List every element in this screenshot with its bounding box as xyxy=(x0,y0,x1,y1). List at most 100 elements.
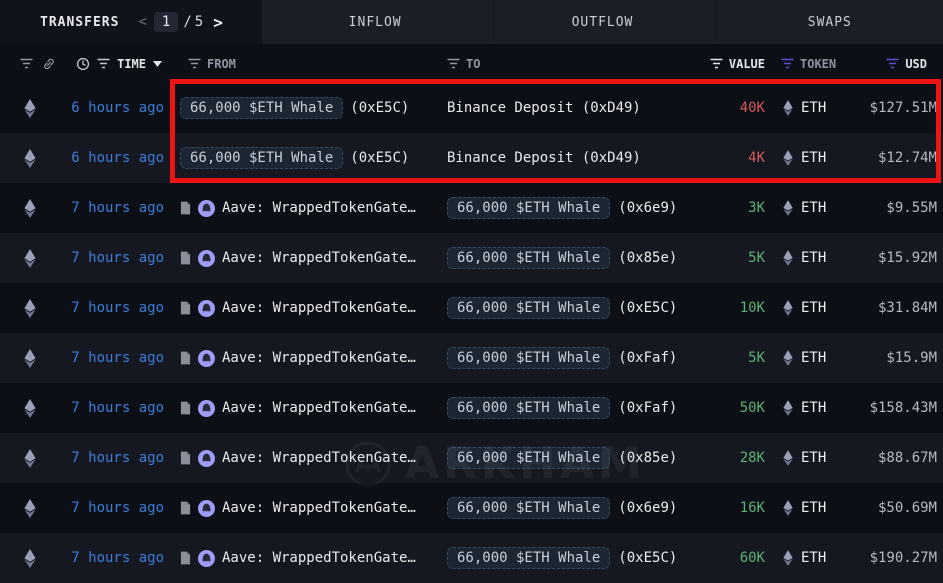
usd-value: $9.55M xyxy=(840,200,943,216)
from-entity-link[interactable]: Aave: WrappedTokenGate… xyxy=(222,300,416,316)
eth-token-icon xyxy=(783,200,793,216)
contract-doc-icon xyxy=(180,301,191,315)
usd-filter-icon[interactable] xyxy=(886,58,899,69)
from-entity-link[interactable]: Aave: WrappedTokenGate… xyxy=(222,350,416,366)
to-address: (0xFaf) xyxy=(618,350,677,366)
token-symbol[interactable]: ETH xyxy=(801,550,826,566)
usd-value: $15.92M xyxy=(840,250,943,266)
table-row[interactable]: 6 hours ago66,000 $ETH Whale(0xE5C)Binan… xyxy=(0,133,943,183)
contract-doc-icon xyxy=(180,501,191,515)
to-address: (0x6e9) xyxy=(618,500,677,516)
token-cell: ETH xyxy=(765,500,840,516)
from-cell: Aave: WrappedTokenGate… xyxy=(170,250,445,267)
transfers-title: TRANSFERS xyxy=(40,15,119,30)
from-entity-link[interactable]: Aave: WrappedTokenGate… xyxy=(222,450,416,466)
token-cell: ETH xyxy=(765,150,840,166)
table-row[interactable]: 7 hours ago Aave: WrappedTokenGate… 66,000… xyxy=(0,233,943,283)
time-link[interactable]: 7 hours ago xyxy=(60,300,170,316)
to-entity-link[interactable]: Binance Deposit (0xD49) xyxy=(447,150,641,166)
token-symbol[interactable]: ETH xyxy=(801,400,826,416)
token-symbol[interactable]: ETH xyxy=(801,350,826,366)
time-link[interactable]: 7 hours ago xyxy=(60,250,170,266)
contract-doc-icon xyxy=(180,351,191,365)
to-entity-pill[interactable]: 66,000 $ETH Whale xyxy=(447,547,610,569)
eth-token-icon xyxy=(783,150,793,166)
from-entity-link[interactable]: Aave: WrappedTokenGate… xyxy=(222,250,416,266)
from-entity-pill[interactable]: 66,000 $ETH Whale xyxy=(180,147,343,169)
token-column-header[interactable]: TOKEN xyxy=(800,57,836,71)
from-entity-link[interactable]: Aave: WrappedTokenGate… xyxy=(222,400,416,416)
to-entity-pill[interactable]: 66,000 $ETH Whale xyxy=(447,297,610,319)
tab-swaps[interactable]: SWAPS xyxy=(716,0,943,44)
eth-token-icon xyxy=(783,100,793,116)
tab-inflow[interactable]: INFLOW xyxy=(262,0,488,44)
from-entity-link[interactable]: Aave: WrappedTokenGate… xyxy=(222,200,416,216)
table-row[interactable]: 6 hours ago66,000 $ETH Whale(0xE5C)Binan… xyxy=(0,83,943,133)
tab-outflow[interactable]: OUTFLOW xyxy=(488,0,715,44)
usd-column-header[interactable]: USD xyxy=(905,57,927,71)
table-row[interactable]: 7 hours ago Aave: WrappedTokenGate… 66,000… xyxy=(0,333,943,383)
to-address: (0xE5C) xyxy=(618,300,677,316)
token-symbol[interactable]: ETH xyxy=(801,100,826,116)
to-entity-pill[interactable]: 66,000 $ETH Whale xyxy=(447,247,610,269)
token-filter-icon[interactable] xyxy=(781,58,794,69)
time-link[interactable]: 7 hours ago xyxy=(60,400,170,416)
aave-icon xyxy=(198,450,215,467)
eth-token-icon xyxy=(783,500,793,516)
to-address: (0x85e) xyxy=(618,250,677,266)
to-entity-pill[interactable]: 66,000 $ETH Whale xyxy=(447,397,610,419)
clock-icon[interactable] xyxy=(76,57,90,71)
usd-value: $50.69M xyxy=(840,500,943,516)
time-filter-icon[interactable] xyxy=(97,58,110,69)
token-cell: ETH xyxy=(765,200,840,216)
aave-icon xyxy=(198,200,215,217)
value-filter-icon[interactable] xyxy=(710,58,723,69)
table-row[interactable]: 7 hours ago Aave: WrappedTokenGate… 66,000… xyxy=(0,433,943,483)
filter-icon[interactable] xyxy=(20,58,33,69)
to-column-header[interactable]: TO xyxy=(466,57,480,71)
aave-icon xyxy=(198,400,215,417)
link-icon[interactable] xyxy=(42,57,56,71)
eth-chain-icon xyxy=(0,499,60,518)
time-link[interactable]: 7 hours ago xyxy=(60,450,170,466)
table-row[interactable]: 7 hours ago Aave: WrappedTokenGate… 66,000… xyxy=(0,283,943,333)
from-column-header[interactable]: FROM xyxy=(207,57,236,71)
token-symbol[interactable]: ETH xyxy=(801,300,826,316)
to-entity-pill[interactable]: 66,000 $ETH Whale xyxy=(447,197,610,219)
time-link[interactable]: 7 hours ago xyxy=(60,550,170,566)
value-amount: 50K xyxy=(720,400,765,416)
token-symbol[interactable]: ETH xyxy=(801,200,826,216)
eth-token-icon xyxy=(783,450,793,466)
to-cell: 66,000 $ETH Whale(0xFaf) xyxy=(445,397,720,419)
table-row[interactable]: 7 hours ago Aave: WrappedTokenGate… 66,000… xyxy=(0,183,943,233)
from-entity-link[interactable]: Aave: WrappedTokenGate… xyxy=(222,550,416,566)
from-filter-icon[interactable] xyxy=(188,58,201,69)
table-row[interactable]: 7 hours ago Aave: WrappedTokenGate… 66,000… xyxy=(0,483,943,533)
token-symbol[interactable]: ETH xyxy=(801,150,826,166)
time-link[interactable]: 7 hours ago xyxy=(60,350,170,366)
contract-doc-icon xyxy=(180,451,191,465)
time-link[interactable]: 6 hours ago xyxy=(60,150,170,166)
to-filter-icon[interactable] xyxy=(447,58,460,69)
token-symbol[interactable]: ETH xyxy=(801,500,826,516)
to-entity-pill[interactable]: 66,000 $ETH Whale xyxy=(447,497,610,519)
token-symbol[interactable]: ETH xyxy=(801,250,826,266)
token-symbol[interactable]: ETH xyxy=(801,450,826,466)
to-entity-pill[interactable]: 66,000 $ETH Whale xyxy=(447,347,610,369)
from-entity-pill[interactable]: 66,000 $ETH Whale xyxy=(180,97,343,119)
prev-page-button[interactable]: < xyxy=(133,14,151,30)
table-row[interactable]: 7 hours ago Aave: WrappedTokenGate… 66,000… xyxy=(0,383,943,433)
chevron-down-icon[interactable] xyxy=(153,61,162,67)
to-entity-pill[interactable]: 66,000 $ETH Whale xyxy=(447,447,610,469)
table-row[interactable]: 7 hours ago Aave: WrappedTokenGate… 66,000… xyxy=(0,533,943,583)
next-page-button[interactable]: > xyxy=(207,13,229,32)
time-link[interactable]: 7 hours ago xyxy=(60,200,170,216)
from-entity-link[interactable]: Aave: WrappedTokenGate… xyxy=(222,500,416,516)
time-link[interactable]: 7 hours ago xyxy=(60,500,170,516)
time-link[interactable]: 6 hours ago xyxy=(60,100,170,116)
contract-doc-icon xyxy=(180,551,191,565)
to-entity-link[interactable]: Binance Deposit (0xD49) xyxy=(447,100,641,116)
to-cell: Binance Deposit (0xD49) xyxy=(445,150,720,166)
value-column-header[interactable]: VALUE xyxy=(729,57,765,71)
time-column-header[interactable]: TIME xyxy=(117,57,146,71)
